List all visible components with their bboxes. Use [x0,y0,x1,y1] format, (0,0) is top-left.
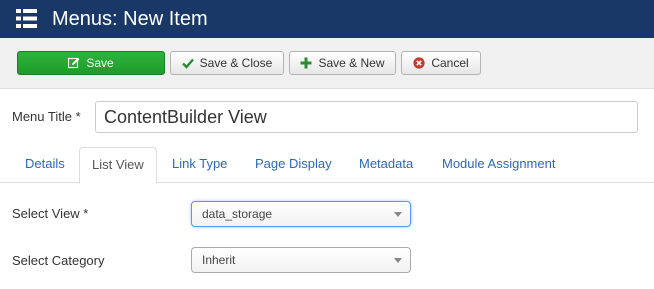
tab-bar: Details List View Link Type Page Display… [0,147,654,184]
tab-list-view[interactable]: List View [79,147,157,184]
save-close-button-label: Save & Close [199,56,273,70]
menu-title-input[interactable] [95,101,638,133]
tab-details[interactable]: Details [13,147,77,183]
tab-module-assignment[interactable]: Module Assignment [430,147,567,183]
cancel-button-label: Cancel [431,56,469,70]
tab-metadata[interactable]: Metadata [347,147,425,183]
save-button-label: Save [86,56,114,70]
list-icon[interactable] [16,8,37,29]
select-view-label: Select View * [12,206,89,221]
select-view-dropdown[interactable]: data_storage [191,201,411,227]
cancel-circle-icon [413,57,425,69]
edit-icon [68,57,80,69]
toolbar: Save Save & Close Save & New Cancel [0,38,654,89]
tab-page-display[interactable]: Page Display [243,147,344,183]
menu-title-label: Menu Title * [12,109,81,124]
save-close-button[interactable]: Save & Close [170,51,284,75]
menu-title-row: Menu Title * [12,101,638,133]
header-bar: Menus: New Item [0,0,654,38]
save-new-button-label: Save & New [318,56,385,70]
plus-icon [300,57,312,69]
save-button[interactable]: Save [17,51,165,75]
cancel-button[interactable]: Cancel [401,51,481,75]
save-new-button[interactable]: Save & New [289,51,396,75]
check-icon [181,57,194,69]
page-title: Menus: New Item [52,8,208,30]
select-category-dropdown[interactable]: Inherit [191,247,411,273]
select-view-value: data_storage [202,207,273,221]
tab-link-type[interactable]: Link Type [160,147,239,183]
chevron-down-icon [394,258,402,263]
select-category-label: Select Category [12,253,105,268]
chevron-down-icon [394,212,402,217]
select-category-value: Inherit [202,253,236,267]
